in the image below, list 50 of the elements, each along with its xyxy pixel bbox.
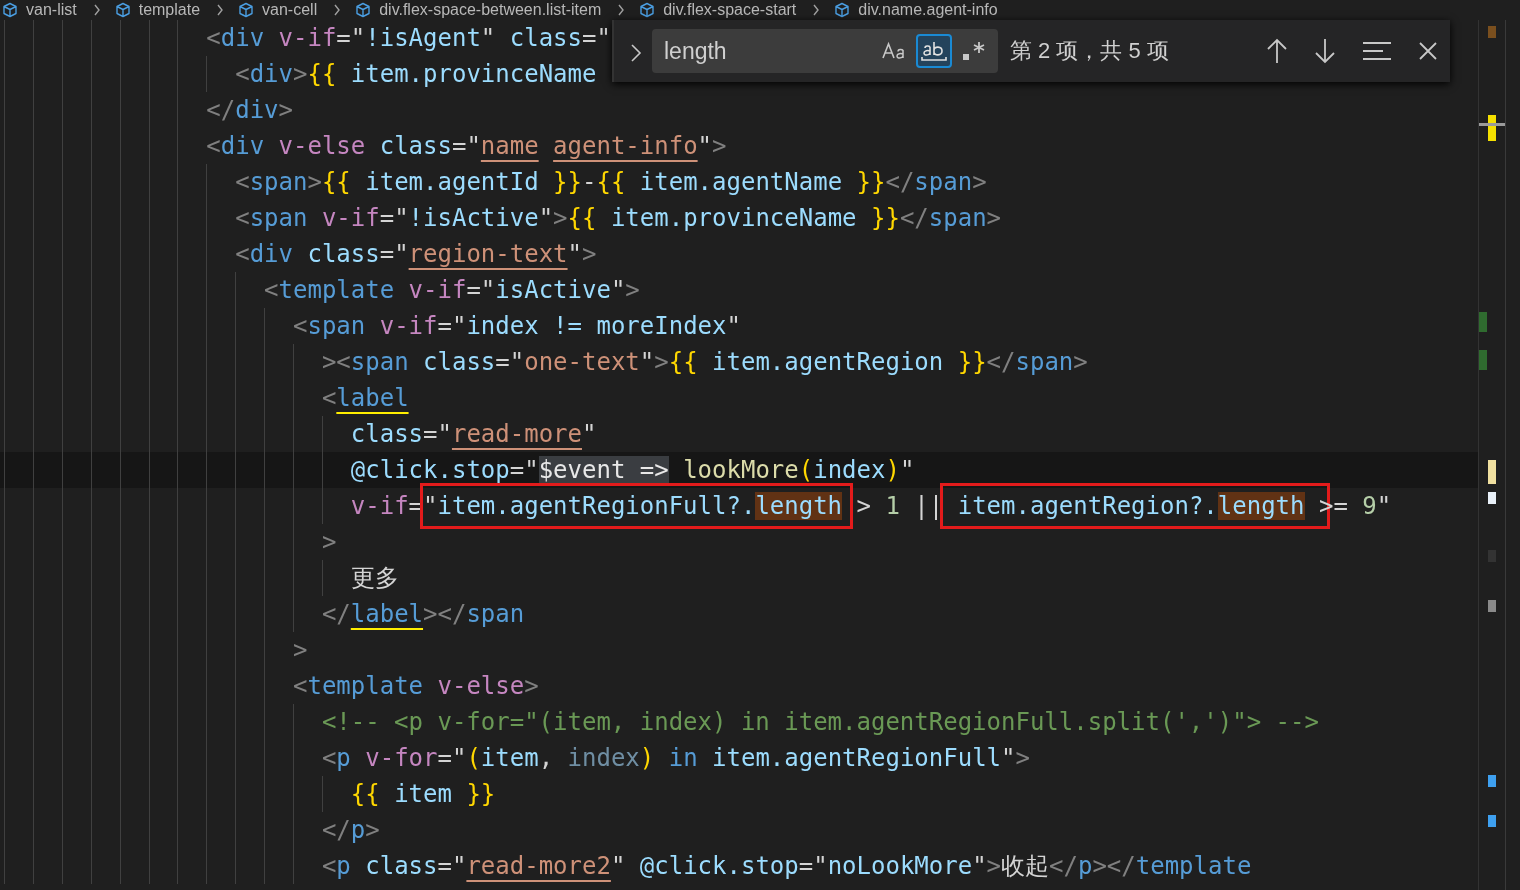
regex-icon	[961, 40, 987, 62]
lines-icon	[1362, 41, 1392, 61]
cube-icon	[355, 2, 372, 18]
code-line: <p v-for="(item, index) in item.agentRegionFull">	[4, 740, 1478, 776]
code-line: <label	[4, 380, 1478, 416]
breadcrumb-item[interactable]: div.flex-space-start	[663, 1, 797, 19]
code-line: <span v-if="index != moreIndex"	[4, 308, 1478, 344]
code-line: <div v-else class="name agent-info">	[4, 128, 1478, 164]
code-line: <template v-if="isActive">	[4, 272, 1478, 308]
search-input[interactable]: length	[664, 37, 872, 65]
code-line: <div class="region-text">	[4, 236, 1478, 272]
breadcrumb-item[interactable]: template	[138, 1, 201, 19]
cube-icon	[834, 2, 851, 18]
letters-icon	[881, 41, 907, 61]
code-line: ><span class="one-text">{{ item.agentRegion }}</span>	[4, 344, 1478, 380]
code-line: <p class="read-more2" @click.stop="noLookMore">收起</p></template	[4, 848, 1478, 884]
whole-word-toggle[interactable]	[916, 34, 952, 68]
code-line: </div>	[4, 92, 1478, 128]
code-line: <span>{{ item.agentId }}-{{ item.agentName }}</span>	[4, 164, 1478, 200]
chevron-icon	[617, 4, 626, 16]
breadcrumb-item[interactable]: van-list	[26, 1, 77, 19]
chevron-icon	[333, 4, 342, 16]
code-line: 更多	[4, 560, 1478, 596]
cube-icon	[114, 2, 131, 18]
chevron-icon	[92, 4, 101, 16]
cube-icon	[238, 2, 255, 18]
whole-word-icon	[920, 39, 948, 63]
chevron-icon	[216, 4, 225, 16]
cube-icon	[2, 2, 18, 18]
code-text: > 1 ||	[855, 492, 944, 520]
code-line: </p>	[4, 812, 1478, 848]
code-line: class="read-more"	[4, 416, 1478, 452]
code-line: >	[4, 632, 1478, 668]
match-count: 第 2 项，共 5 项	[1010, 37, 1169, 65]
code-line: <!-- <p v-for="(item, index) in item.agentRegionFull.split(',')"> -->	[4, 704, 1478, 740]
breadcrumb-item[interactable]: van-cell	[262, 1, 318, 19]
breadcrumb-item[interactable]: div.name.agent-info	[858, 1, 998, 19]
chevron-icon	[812, 4, 821, 16]
up-arrow-icon	[1266, 38, 1288, 64]
search-field[interactable]: length	[652, 29, 998, 73]
code-line: <template v-else>	[4, 668, 1478, 704]
down-arrow-icon	[1314, 38, 1336, 64]
code-line: <span v-if="!isActive">{{ item.provinceName }}</span>	[4, 200, 1478, 236]
code-line: </label></span	[4, 596, 1478, 632]
close-icon	[1418, 41, 1438, 61]
annotation-box: "item.agentRegionFull?.length	[420, 483, 854, 529]
chevron-icon	[630, 43, 642, 63]
cube-icon	[639, 2, 656, 18]
code-line: {{ item }}	[4, 776, 1478, 812]
breadcrumb-item[interactable]: div.flex-space-between.list-item	[379, 1, 602, 19]
